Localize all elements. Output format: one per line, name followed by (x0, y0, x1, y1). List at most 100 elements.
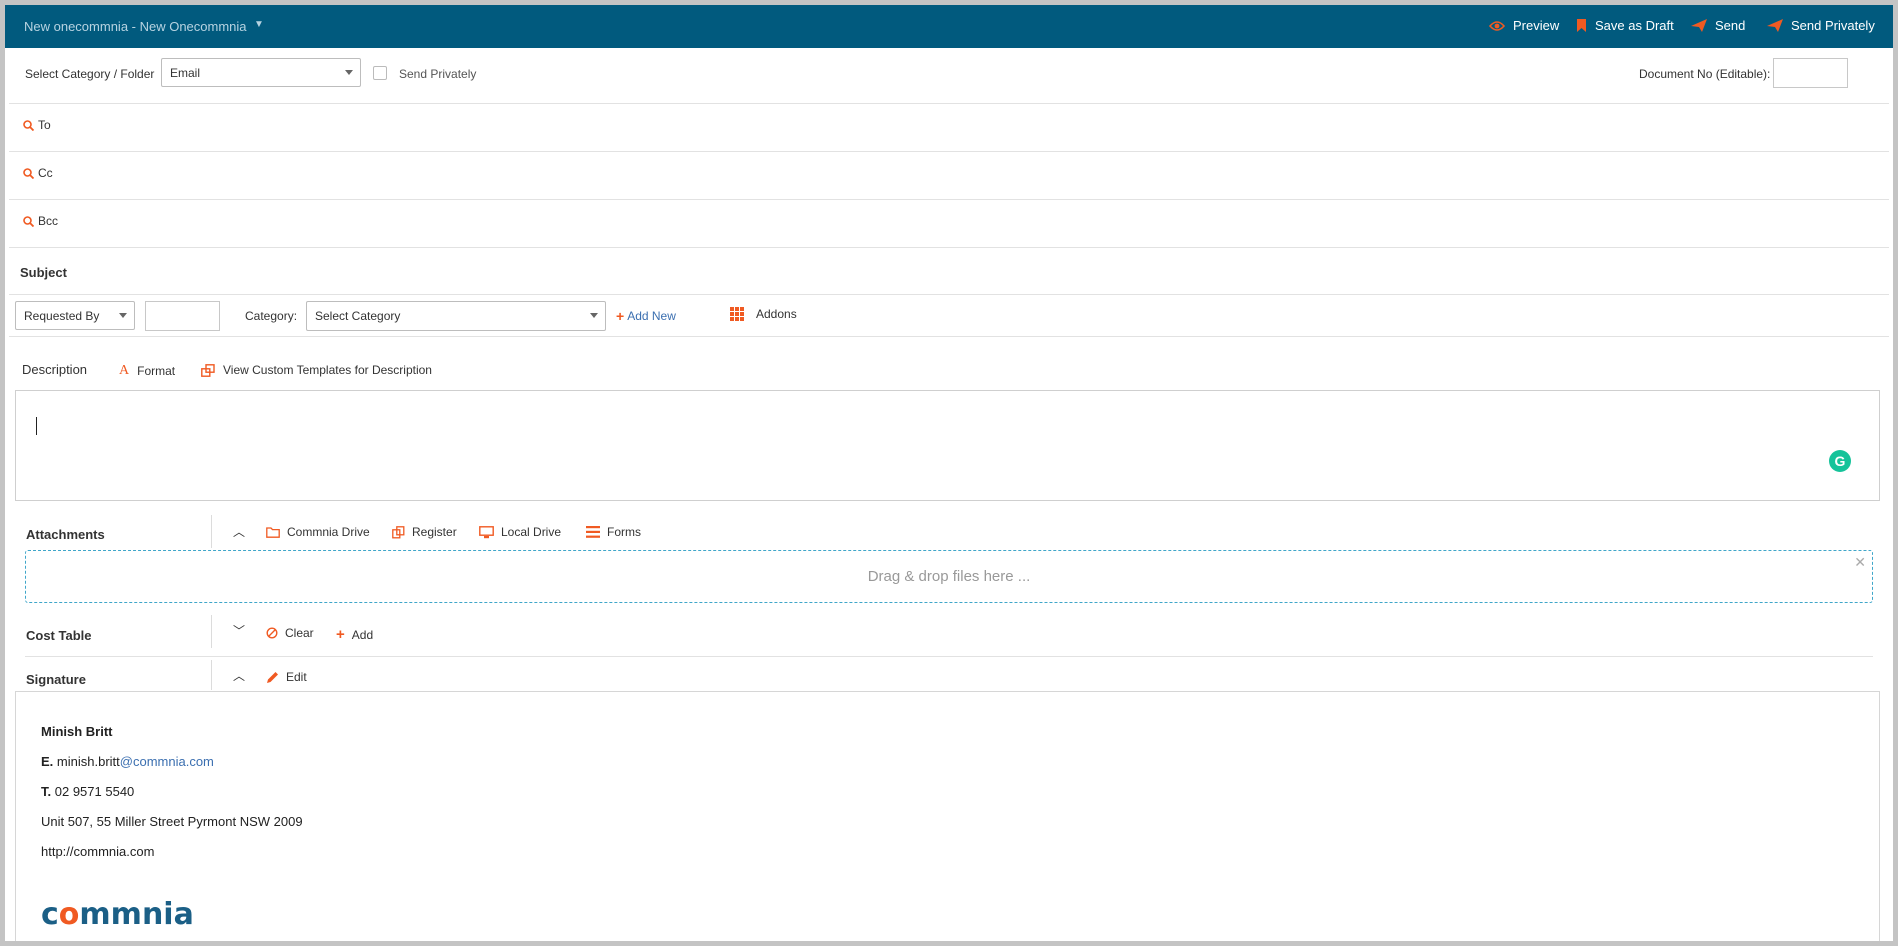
plus-icon: + (616, 308, 625, 324)
send-privately-checkbox-label: Send Privately (399, 67, 477, 81)
close-icon[interactable]: ✕ (1854, 554, 1866, 571)
send-button[interactable]: Send (1691, 18, 1745, 33)
format-button[interactable]: A Format (119, 363, 175, 379)
divider (9, 336, 1889, 337)
signature-label: Signature (26, 672, 86, 687)
signature-name: Minish Britt (41, 724, 113, 739)
add-new-label: Add New (627, 309, 676, 323)
compose-window: New onecommnia - New Onecommnia ▼ Previe… (5, 5, 1893, 941)
requested-by-select[interactable]: Requested By (15, 301, 135, 330)
local-drive-button[interactable]: Local Drive (479, 525, 561, 539)
add-new-button[interactable]: + Add New (616, 308, 676, 324)
view-templates-label: View Custom Templates for Description (223, 363, 432, 377)
divider (9, 199, 1889, 200)
send-privately-checkbox[interactable] (373, 66, 387, 80)
grid-icon (730, 307, 744, 321)
bcc-label: Bcc (38, 214, 59, 228)
category-select[interactable]: Select Category (306, 301, 606, 331)
add-cost-label: Add (351, 627, 374, 642)
addons-button[interactable]: Addons (730, 307, 797, 321)
folder-icon (266, 526, 280, 538)
to-label: To (38, 118, 51, 132)
separator (211, 660, 212, 690)
add-cost-button[interactable]: + Add (336, 626, 373, 643)
preview-button[interactable]: Preview (1489, 18, 1559, 33)
subject-field[interactable]: Subject (20, 265, 67, 280)
commnia-logo: commnia (41, 897, 194, 932)
view-templates-button[interactable]: View Custom Templates for Description (201, 363, 432, 377)
chevron-up-icon[interactable]: ︿ (233, 667, 245, 684)
category-folder-value: Email (170, 65, 201, 80)
email-domain-link[interactable]: @commnia.com (120, 754, 214, 769)
chevron-down-icon[interactable]: ﹀ (233, 622, 245, 639)
send-label: Send (1715, 18, 1746, 33)
commnia-drive-label: Commnia Drive (287, 525, 370, 539)
document-no-input[interactable] (1773, 58, 1848, 88)
text-cursor (36, 417, 37, 435)
signature-address: Unit 507, 55 Miller Street Pyrmont NSW 2… (41, 814, 303, 829)
send-privately-button[interactable]: Send Privately (1767, 18, 1875, 33)
divider (25, 656, 1873, 657)
requested-by-input[interactable] (145, 301, 220, 331)
edit-signature-button[interactable]: Edit (266, 670, 307, 684)
chevron-down-icon (345, 69, 353, 75)
cost-table-label: Cost Table (26, 628, 92, 643)
divider (9, 247, 1889, 248)
ban-icon (266, 627, 278, 639)
monitor-icon (479, 525, 494, 538)
search-icon (23, 119, 34, 131)
dropzone-text: Drag & drop files here ... (867, 568, 1031, 585)
category-value: Select Category (315, 309, 401, 323)
chevron-down-icon (590, 313, 598, 318)
plus-icon: + (336, 626, 345, 643)
requested-by-value: Requested By (24, 308, 100, 323)
forms-button[interactable]: Forms (586, 525, 641, 539)
register-button[interactable]: Register (392, 525, 457, 539)
description-label: Description (22, 362, 88, 377)
signature-website-link[interactable]: http://commnia.com (41, 844, 154, 859)
chevron-up-icon[interactable]: ︿ (233, 523, 245, 540)
category-folder-label: Select Category / Folder (25, 67, 155, 81)
description-editor[interactable]: G (15, 390, 1880, 501)
save-draft-button[interactable]: Save as Draft (1576, 18, 1674, 33)
preview-label: Preview (1513, 18, 1560, 33)
email-prefix: E. (41, 754, 54, 769)
send-icon (1767, 19, 1783, 32)
send-privately-label: Send Privately (1791, 18, 1875, 33)
register-icon (392, 525, 405, 538)
local-drive-label: Local Drive (501, 525, 562, 539)
separator (211, 515, 212, 548)
document-no-label: Document No (Editable): (1639, 67, 1771, 81)
attachments-label: Attachments (26, 527, 105, 542)
bcc-field[interactable]: Bcc (23, 214, 58, 228)
search-icon (23, 167, 34, 179)
grammarly-icon[interactable]: G (1829, 450, 1851, 472)
clear-label: Clear (285, 626, 314, 640)
chevron-down-icon (119, 312, 127, 318)
bookmark-icon (1577, 19, 1586, 32)
divider (9, 151, 1889, 152)
divider (9, 294, 1889, 295)
window-title: New onecommnia - New Onecommnia (24, 19, 247, 34)
commnia-drive-button[interactable]: Commnia Drive (266, 525, 370, 539)
email-user: minish.britt (56, 754, 120, 769)
send-icon (1691, 19, 1707, 32)
file-dropzone[interactable]: Drag & drop files here ... ✕ (25, 550, 1873, 603)
category-folder-select[interactable]: Email (161, 58, 361, 87)
signature-email: E. minish.britt@commnia.com (41, 754, 214, 769)
divider (9, 103, 1889, 104)
register-label: Register (412, 525, 457, 539)
phone-number: 02 9571 5540 (54, 784, 135, 799)
signature-phone: T. 02 9571 5540 (41, 784, 134, 799)
copy-icon (201, 363, 215, 377)
category-label: Category: (245, 309, 298, 323)
search-icon (23, 215, 34, 227)
addons-label: Addons (756, 307, 797, 321)
to-field[interactable]: To (23, 118, 51, 132)
clear-button[interactable]: Clear (266, 626, 314, 640)
format-label: Format (137, 364, 176, 378)
phone-prefix: T. (41, 784, 52, 799)
cc-field[interactable]: Cc (23, 166, 53, 180)
title-dropdown-icon[interactable]: ▼ (254, 19, 264, 30)
save-draft-label: Save as Draft (1595, 18, 1674, 33)
